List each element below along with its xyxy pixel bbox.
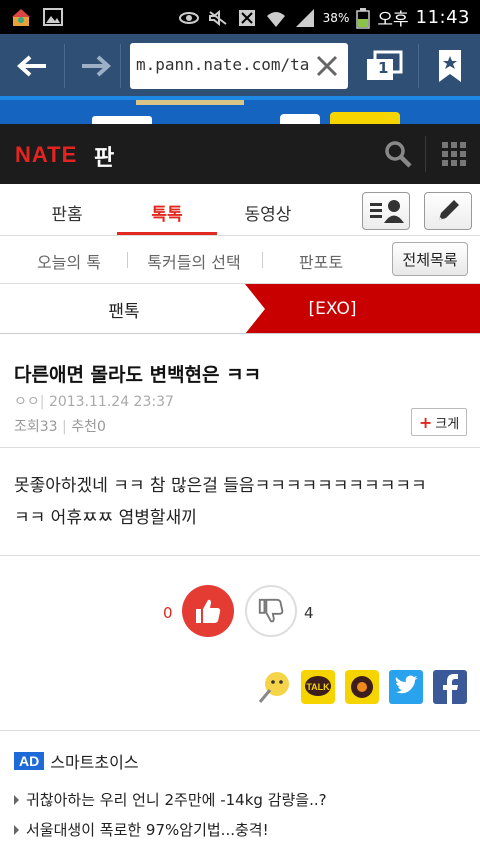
ad-badge: AD — [14, 752, 45, 770]
sub-navigation: 오늘의 톡 톡커들의 선택 판포토 전체목록 — [0, 236, 480, 284]
profile-list-icon — [370, 200, 404, 223]
my-page-button[interactable] — [362, 192, 410, 230]
notification-icon — [12, 9, 30, 26]
tab-count: 1 — [378, 59, 389, 77]
pann-title[interactable]: 판 — [94, 140, 114, 172]
site-header: NATE 판 — [0, 124, 480, 184]
forward-button[interactable] — [74, 46, 118, 86]
bullet-icon — [14, 795, 19, 805]
wifi-icon — [266, 11, 285, 27]
bookmark-button[interactable] — [428, 46, 472, 86]
subnav-talkers-choice[interactable]: 톡커들의 선택 — [138, 249, 250, 273]
article-title: 다른애면 몰라도 변백현은 ㅋㅋ — [14, 364, 262, 386]
ad-link-1[interactable]: 귀찮아하는 우리 언니 2주만에 -14kg 감량을..? — [26, 789, 327, 810]
twitter-icon[interactable] — [389, 670, 423, 704]
ad-link-2[interactable]: 서울대생이 폭로한 97%암기법...충격! — [26, 819, 269, 840]
upvote-count: 0 — [163, 604, 173, 622]
recommend-count: 0 — [96, 419, 106, 435]
nate-logo[interactable]: NATE — [15, 142, 77, 168]
browser-toolbar: m.pann.nate.com/talk 1 — [0, 34, 480, 98]
url-bar[interactable]: m.pann.nate.com/talk — [130, 43, 348, 89]
downvote-button[interactable] — [245, 585, 297, 637]
font-zoom-button[interactable]: + 크게 — [411, 408, 467, 436]
bookmark-icon — [439, 50, 461, 82]
body-line-1: 못좋아하겠네 ㅋㅋ 참 많은걸 들음ㅋㅋㅋㅋㅋㅋㅋㅋㅋㅋㅋ — [14, 476, 427, 496]
active-tab-indicator — [117, 232, 217, 235]
tab-toktok[interactable]: 톡톡 — [117, 200, 217, 225]
subnav-today-talk[interactable]: 오늘의 톡 — [24, 249, 114, 273]
bullet-icon — [14, 825, 19, 835]
pencil-icon — [439, 200, 459, 220]
plus-icon: + — [418, 412, 433, 432]
article-byline: ㅇㅇ| 2013.11.24 23:37 — [14, 394, 174, 410]
svg-text:TALK: TALK — [306, 682, 330, 692]
views-count: 33 — [39, 419, 58, 435]
zoom-label: 크게 — [435, 416, 460, 432]
ad-title: 스마트초이스 — [50, 753, 139, 772]
divider — [0, 555, 480, 556]
status-ampm: 오후 — [377, 10, 409, 30]
post-date: 2013.11.24 23:37 — [48, 394, 174, 410]
back-button[interactable] — [10, 46, 54, 86]
thumbs-down-icon — [258, 598, 284, 623]
top-banner[interactable] — [0, 100, 480, 124]
category-exo[interactable]: [EXO] — [245, 284, 420, 333]
status-bar: 38% 오후 11:43 — [0, 0, 480, 34]
tab-video[interactable]: 동영상 — [218, 200, 318, 225]
signal-icon — [295, 8, 314, 27]
thumbs-up-icon — [196, 599, 221, 623]
mute-icon — [208, 9, 227, 26]
divider — [0, 730, 480, 731]
emoticon-share-icon[interactable] — [258, 670, 292, 704]
ad-header: AD 스마트초이스 — [14, 749, 139, 773]
downvote-count: 4 — [304, 604, 314, 622]
kakaotalk-icon[interactable]: TALK — [301, 670, 335, 704]
category-fantalk[interactable]: 팬톡 — [0, 284, 248, 333]
facebook-icon[interactable] — [433, 670, 467, 704]
author-name: ㅇㅇ — [14, 394, 40, 410]
recommend-label: 추천 — [71, 419, 97, 435]
divider — [0, 447, 480, 448]
battery-icon — [356, 7, 371, 29]
clear-icon[interactable] — [312, 51, 342, 81]
menu-grid-icon[interactable] — [442, 142, 466, 166]
subnav-pann-photo[interactable]: 판포토 — [278, 249, 364, 273]
main-tabs: 판홈 톡톡 동영상 — [0, 184, 480, 236]
eye-icon — [178, 11, 199, 24]
search-icon[interactable] — [384, 140, 412, 168]
write-button[interactable] — [424, 192, 472, 230]
url-text: m.pann.nate.com/talk — [136, 55, 308, 74]
body-line-2: ㅋㅋ 어휴ㅉㅉ 염병할새끼 — [14, 508, 197, 528]
views-label: 조회 — [14, 419, 40, 435]
tab-pann-home[interactable]: 판홈 — [17, 200, 117, 225]
status-time: 11:43 — [415, 7, 470, 28]
article-body: 못좋아하겠네 ㅋㅋ 참 많은걸 들음ㅋㅋㅋㅋㅋㅋㅋㅋㅋㅋㅋ ㅋㅋ 어휴ㅉㅉ 염병… — [14, 470, 470, 534]
gallery-icon — [43, 8, 63, 26]
tabs-button[interactable]: 1 — [362, 46, 406, 86]
all-list-button[interactable]: 전체목록 — [392, 242, 468, 276]
upvote-button[interactable] — [182, 585, 234, 637]
category-breadcrumb: 팬톡 [EXO] — [0, 284, 480, 334]
forward-arrow-icon — [82, 55, 111, 77]
battery-percent: 38% — [322, 10, 350, 25]
kakaostory-icon[interactable] — [345, 670, 379, 704]
screen-icon — [238, 9, 255, 26]
back-arrow-icon — [17, 55, 46, 77]
article-stats: 조회33 | 추천0 — [14, 419, 106, 435]
